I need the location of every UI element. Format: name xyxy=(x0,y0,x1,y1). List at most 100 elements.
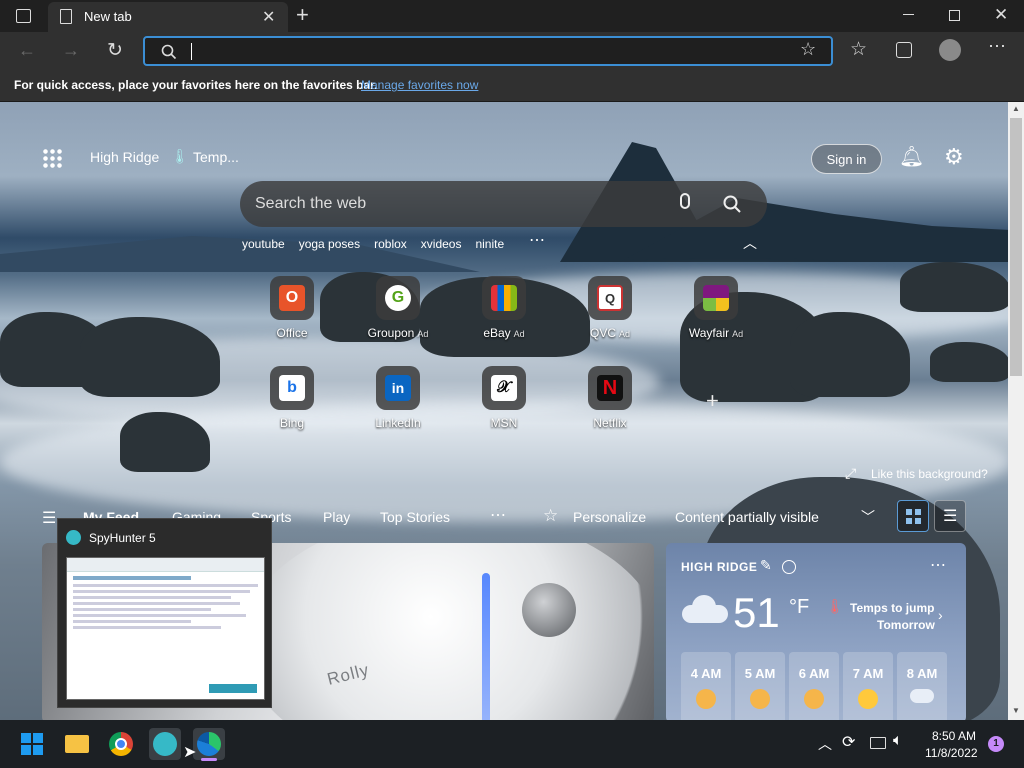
quick-link-msn[interactable]: 𝒳 MSN xyxy=(459,366,549,430)
quick-link-wayfair[interactable]: Wayfair Ad xyxy=(671,276,761,340)
close-window-icon[interactable]: ✕ xyxy=(994,5,1008,25)
scrollbar-thumb[interactable] xyxy=(1010,118,1022,376)
clock-time[interactable]: 8:50 AM xyxy=(932,729,976,743)
tab-new-tab[interactable]: New tab ✕ xyxy=(48,2,288,32)
scroll-down-icon[interactable]: ▼ xyxy=(1012,706,1020,715)
chrome-button[interactable] xyxy=(105,728,137,760)
thermometer-up-icon: 🌡 xyxy=(826,598,844,614)
edge-button[interactable] xyxy=(193,728,225,761)
microphone-icon[interactable] xyxy=(680,193,690,209)
taskbar: ➤ ︿ ⟳ 🔈︎ 8:50 AM 11/8/2022 1 xyxy=(0,720,1024,768)
profile-avatar[interactable] xyxy=(939,39,961,61)
close-tab-icon[interactable]: ✕ xyxy=(262,7,275,27)
manage-favorites-link[interactable]: Manage favorites now xyxy=(361,78,478,92)
windows-logo-icon xyxy=(21,733,43,755)
page-settings-gear-icon[interactable]: ⚙ xyxy=(944,144,964,170)
spyhunter-icon xyxy=(66,530,81,545)
sun-cloud-icon xyxy=(858,689,878,709)
suggestion-item[interactable]: ninite xyxy=(475,237,504,251)
msn-icon: 𝒳 xyxy=(491,375,517,401)
suggestion-item[interactable]: xvideos xyxy=(421,237,462,251)
grid-view-icon xyxy=(906,509,921,524)
scroll-up-icon[interactable]: ▲ xyxy=(1012,104,1020,113)
more-suggestions-icon[interactable]: ⋯ xyxy=(529,230,545,250)
tab-top-stories[interactable]: Top Stories xyxy=(380,509,450,525)
hourly-forecast-item[interactable]: 8 AM xyxy=(897,652,947,720)
file-explorer-button[interactable] xyxy=(61,728,93,760)
weather-more-icon[interactable]: ⋯ xyxy=(930,555,946,575)
suggestion-item[interactable]: yoga poses xyxy=(299,237,360,251)
sync-alert-icon[interactable]: ⟳ xyxy=(842,732,855,752)
feed-menu-icon[interactable]: ☰ xyxy=(42,508,56,528)
address-input[interactable] xyxy=(191,43,193,60)
add-favorite-icon[interactable]: ☆ xyxy=(800,39,816,60)
tab-play[interactable]: Play xyxy=(323,509,350,525)
restore-icon[interactable] xyxy=(949,10,960,21)
more-tabs-icon[interactable]: ⋯ xyxy=(490,505,506,525)
weather-unit[interactable]: °F xyxy=(789,596,809,619)
expand-icon[interactable]: ⤢ xyxy=(845,465,856,482)
like-background-link[interactable]: Like this background? xyxy=(871,467,988,481)
edit-location-icon[interactable]: ✎ xyxy=(760,557,772,574)
quick-link-office[interactable]: O Office xyxy=(247,276,337,340)
collapse-chevron-icon[interactable]: ︿ xyxy=(743,233,757,253)
show-hidden-icons-chevron[interactable]: ︿ xyxy=(818,734,832,754)
location-label[interactable]: High Ridge xyxy=(90,149,159,165)
quick-link-netflix[interactable]: N Netflix xyxy=(565,366,655,430)
temperature-label[interactable]: Temp... xyxy=(193,149,239,165)
linkedin-icon: in xyxy=(385,375,411,401)
minimize-icon[interactable] xyxy=(903,14,914,15)
back-icon[interactable]: ← xyxy=(18,40,36,61)
search-icon xyxy=(161,44,177,60)
grid-view-button[interactable] xyxy=(897,500,929,532)
chevron-down-icon[interactable]: ﹀ xyxy=(861,507,875,527)
weather-location: HIGH RIDGE xyxy=(681,560,758,574)
hourly-forecast-item[interactable]: 5 AM xyxy=(735,652,785,720)
weather-note-line2: Tomorrow xyxy=(877,618,935,632)
settings-more-icon[interactable]: ⋯ xyxy=(988,36,1006,57)
personalize-button[interactable]: Personalize xyxy=(573,509,646,525)
notifications-bell-icon[interactable]: 🔔︎ xyxy=(899,144,924,169)
notification-badge[interactable]: 1 xyxy=(988,736,1004,752)
article-image-light xyxy=(482,573,490,720)
apps-launcher-icon[interactable] xyxy=(42,148,62,168)
refresh-icon[interactable]: ↻ xyxy=(107,39,123,62)
quick-link-groupon[interactable]: G Groupon Ad xyxy=(353,276,443,340)
quick-link-ebay[interactable]: eBay Ad xyxy=(459,276,549,340)
weather-card[interactable]: HIGH RIDGE ✎ ⋯ 51 °F 🌡 Temps to jump Tom… xyxy=(666,543,966,720)
weather-temperature: 51 xyxy=(733,589,780,636)
chevron-right-icon[interactable]: › xyxy=(938,607,943,623)
web-search-box[interactable]: Search the web xyxy=(240,181,767,227)
window-preview-image xyxy=(66,557,265,700)
quick-link-qvc[interactable]: Q QVC Ad xyxy=(565,276,655,340)
content-visibility-dropdown[interactable]: Content partially visible xyxy=(675,509,819,525)
trending-suggestions: youtube yoga poses roblox xvideos ninite xyxy=(242,237,504,251)
collections-icon[interactable] xyxy=(896,42,912,58)
forward-icon[interactable]: → xyxy=(62,40,80,61)
volume-icon[interactable]: 🔈︎ xyxy=(893,732,903,750)
sign-in-button[interactable]: Sign in xyxy=(811,144,882,174)
suggestion-item[interactable]: roblox xyxy=(374,237,407,251)
start-button[interactable] xyxy=(17,728,49,760)
address-bar[interactable]: ☆ xyxy=(143,36,833,66)
spyhunter-button[interactable] xyxy=(149,728,181,760)
favorites-icon[interactable]: ☆ xyxy=(850,38,867,61)
groupon-icon: G xyxy=(385,285,411,311)
hourly-forecast-item[interactable]: 4 AM xyxy=(681,652,731,720)
quick-link-linkedin[interactable]: in LinkedIn xyxy=(353,366,443,430)
tab-actions-icon[interactable] xyxy=(16,9,31,23)
suggestion-item[interactable]: youtube xyxy=(242,237,285,251)
search-submit-icon[interactable] xyxy=(723,195,741,213)
new-tab-icon[interactable]: + xyxy=(296,2,309,28)
taskbar-thumbnail-preview[interactable]: SpyHunter 5 xyxy=(57,518,272,708)
add-quick-link-icon[interactable]: + xyxy=(706,388,719,414)
hourly-forecast-item[interactable]: 6 AM xyxy=(789,652,839,720)
globe-icon[interactable] xyxy=(782,560,796,574)
hourly-forecast-item[interactable]: 7 AM xyxy=(843,652,893,720)
office-icon: O xyxy=(279,285,305,311)
list-view-button[interactable]: ☰ xyxy=(934,500,966,532)
network-icon[interactable] xyxy=(870,737,886,749)
clock-date[interactable]: 11/8/2022 xyxy=(925,746,978,760)
article-image-knob xyxy=(522,583,576,637)
quick-link-bing[interactable]: b Bing xyxy=(247,366,337,430)
